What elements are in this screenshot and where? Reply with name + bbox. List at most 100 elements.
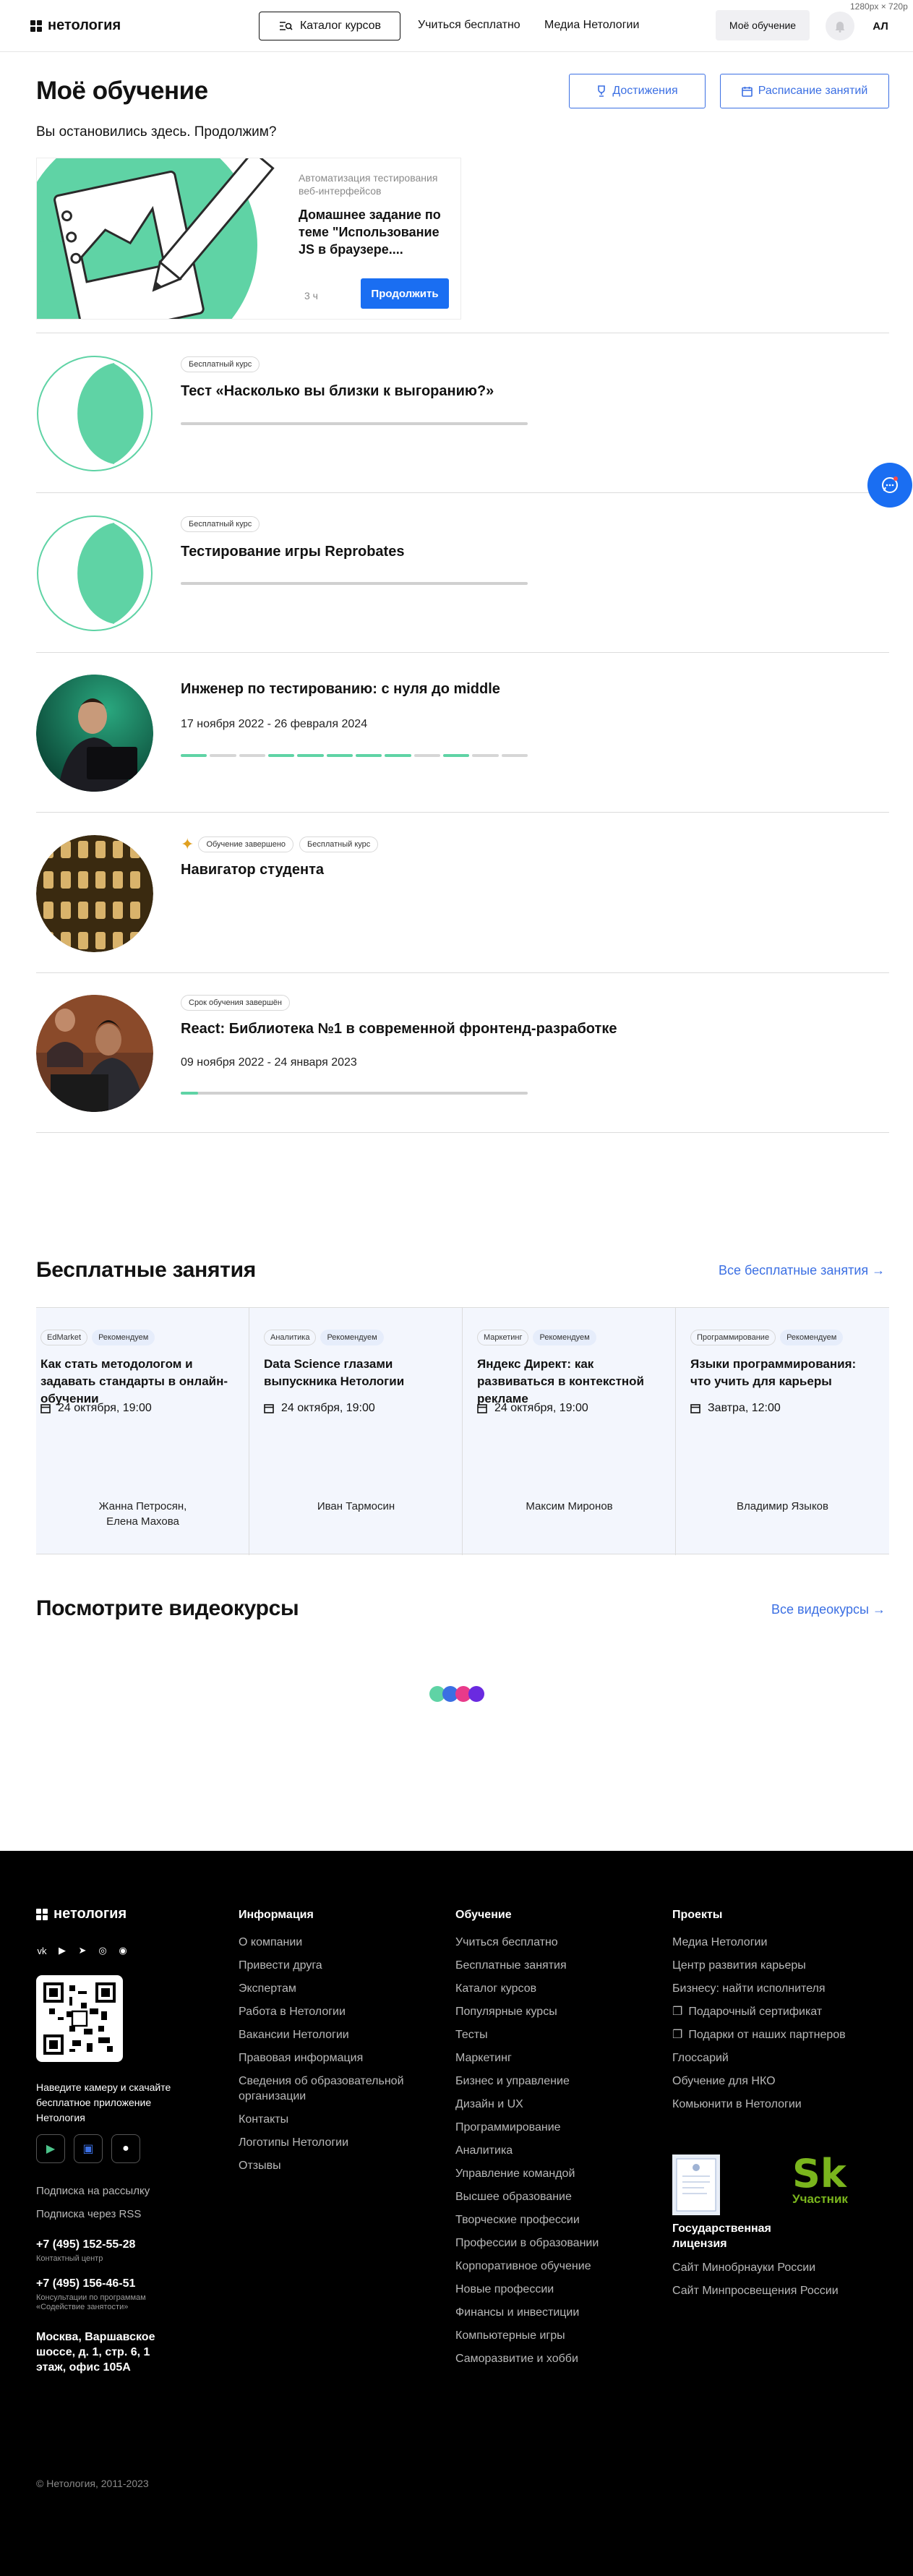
support-chat-button[interactable] xyxy=(867,463,912,508)
telegram-icon[interactable]: ➤ xyxy=(77,1945,88,1956)
minobrnauki-link[interactable]: Сайт Минобрнауки России xyxy=(672,2262,815,2275)
license-certificate-image[interactable] xyxy=(672,2154,720,2215)
free-class-card[interactable]: EdMarket Рекомендуем Как стать методолого… xyxy=(36,1308,249,1555)
odnoklassniki-icon[interactable]: ◎ xyxy=(97,1945,108,1956)
qr-code xyxy=(36,1975,123,2062)
all-free-classes-link[interactable]: Все бесплатные занятия → xyxy=(719,1263,885,1278)
footer-info-link[interactable]: Логотипы Нетологии xyxy=(239,2135,427,2150)
site-footer: нетология vk ▶ ➤ ◎ ◉ Наведите камеру и с… xyxy=(0,1851,913,2576)
continue-card[interactable]: Автоматизация тестирования веб-интерфейс… xyxy=(36,158,461,320)
footer-edu-link[interactable]: Программирование xyxy=(455,2120,643,2135)
all-video-courses-link[interactable]: Все видеокурсы → xyxy=(771,1602,886,1617)
footer-info-link[interactable]: Работа в Нетологии xyxy=(239,2004,427,2019)
calendar-icon xyxy=(40,1404,51,1413)
footer-info-link[interactable]: Экспертам xyxy=(239,1981,427,1996)
chat-icon xyxy=(882,476,898,493)
continue-button[interactable]: Продолжить xyxy=(361,278,449,309)
footer-edu-link[interactable]: Каталог курсов xyxy=(455,1981,643,1996)
achievements-button[interactable]: Достижения xyxy=(569,74,706,108)
footer-project-link[interactable]: ❐ Подарки от наших партнеров xyxy=(672,2027,889,2042)
footer-edu-link[interactable]: Бизнес и управление xyxy=(455,2074,643,2089)
footer-edu-link[interactable]: Аналитика xyxy=(455,2143,643,2158)
footer-edu-link[interactable]: Маркетинг xyxy=(455,2050,643,2066)
free-class-date: 24 октября, 19:00 xyxy=(494,1402,588,1414)
continue-title: Домашнее задание по теме "Использование … xyxy=(299,207,441,257)
footer-info-link[interactable]: Контакты xyxy=(239,2112,427,2127)
footer-edu-link[interactable]: Бесплатные занятия xyxy=(455,1958,643,1973)
catalog-button[interactable]: Каталог курсов xyxy=(259,12,400,40)
schedule-button[interactable]: Расписание занятий xyxy=(720,74,889,108)
footer-info-link[interactable]: О компании xyxy=(239,1935,427,1950)
notifications-button[interactable] xyxy=(826,12,854,40)
footer-edu-link[interactable]: Тесты xyxy=(455,2027,643,2042)
footer-edu-link[interactable]: Высшее образование xyxy=(455,2189,643,2204)
course-badge: Бесплатный курс xyxy=(181,356,260,372)
footer-logo-text: нетология xyxy=(53,1906,127,1922)
footer-edu-title: Обучение xyxy=(455,1909,512,1921)
divider xyxy=(36,492,889,493)
apple-icon[interactable]: ● xyxy=(111,2134,140,2163)
course-thumb-test xyxy=(37,356,153,471)
vk-icon[interactable]: vk xyxy=(36,1946,48,1956)
footer-logo[interactable]: нетология xyxy=(36,1906,127,1922)
progress-segment xyxy=(442,754,470,757)
footer-info-link[interactable]: Привести друга xyxy=(239,1958,427,1973)
footer-edu-link[interactable]: Корпоративное обучение xyxy=(455,2259,643,2274)
recommend-badge: Рекомендуем xyxy=(780,1330,844,1345)
trophy-icon xyxy=(598,85,606,97)
rss-link[interactable]: Подписка через RSS xyxy=(36,2208,141,2220)
skolkovo-logo[interactable]: Sk Участник xyxy=(792,2154,848,2207)
chat-icon[interactable]: ◉ xyxy=(117,1945,129,1956)
nav-free-learning[interactable]: Учиться бесплатно xyxy=(418,19,520,32)
google-play-icon[interactable]: ▶ xyxy=(36,2134,65,2163)
footer-edu-link[interactable]: Компьютерные игры xyxy=(455,2328,643,2343)
footer-edu-link[interactable]: Управление командой xyxy=(455,2166,643,2181)
footer-edu-link[interactable]: Дизайн и UX xyxy=(455,2097,643,2112)
homework-illustration xyxy=(37,158,290,319)
footer-project-link[interactable]: Медиа Нетологии xyxy=(672,1935,889,1950)
achievements-label: Достижения xyxy=(612,85,678,97)
free-class-card[interactable]: Программирование Рекомендуем Языки програ… xyxy=(676,1308,889,1555)
course-thumb-react xyxy=(36,995,153,1112)
minprosvesh-link[interactable]: Сайт Минпросвещения России xyxy=(672,2285,839,2298)
free-class-card[interactable]: Аналитика Рекомендуем Data Science глазам… xyxy=(249,1308,463,1555)
subscribe-link[interactable]: Подписка на рассылку xyxy=(36,2185,150,2197)
youtube-icon[interactable]: ▶ xyxy=(56,1945,68,1956)
continue-category: Автоматизация тестирования веб-интерфейс… xyxy=(299,172,438,197)
app-store-links: ▶ ▣ ● xyxy=(36,2134,140,2163)
footer-info-link[interactable]: Вакансии Нетологии xyxy=(239,2027,427,2042)
footer-project-link[interactable]: Бизнесу: найти исполнителя xyxy=(672,1981,889,1996)
footer-info-link[interactable]: Правовая информация xyxy=(239,2050,427,2066)
site-logo[interactable]: нетология xyxy=(30,17,121,34)
footer-edu-link[interactable]: Творческие профессии xyxy=(455,2212,643,2228)
free-class-date: Завтра, 12:00 xyxy=(708,1402,781,1414)
footer-edu-link[interactable]: Профессии в образовании xyxy=(455,2235,643,2251)
footer-project-link[interactable]: Центр развития карьеры xyxy=(672,1958,889,1973)
footer-info-link[interactable]: Отзывы xyxy=(239,2158,427,2173)
nav-media[interactable]: Медиа Нетологии xyxy=(544,19,639,32)
footer-project-link[interactable]: Глоссарий xyxy=(672,2050,889,2066)
rustore-icon[interactable]: ▣ xyxy=(74,2134,103,2163)
progress-segment xyxy=(297,754,324,757)
divider xyxy=(36,1132,889,1133)
progress-segment xyxy=(501,754,528,757)
footer-project-link[interactable]: ❐ Подарочный сертификат xyxy=(672,2004,889,2019)
gift-icon: ❐ xyxy=(672,2006,683,2018)
phone-contact-center[interactable]: +7 (495) 152-55-28 xyxy=(36,2238,135,2251)
footer-edu-link[interactable]: Финансы и инвестиции xyxy=(455,2305,643,2320)
phone-employment[interactable]: +7 (495) 156-46-51 xyxy=(36,2277,135,2290)
phone-contact-center-label: Контактный центр xyxy=(36,2254,103,2263)
footer-edu-link[interactable]: Популярные курсы xyxy=(455,2004,643,2019)
footer-info-link[interactable]: Сведения об образовательной организации xyxy=(239,2074,427,2104)
user-avatar[interactable]: АЛ xyxy=(866,12,895,40)
footer-project-link[interactable]: Обучение для НКО xyxy=(672,2074,889,2089)
footer-edu-link[interactable]: Саморазвитие и хобби xyxy=(455,2351,643,2366)
footer-project-link[interactable]: Комьюнити в Нетологии xyxy=(672,2097,889,2112)
footer-edu-link[interactable]: Учиться бесплатно xyxy=(455,1935,643,1950)
free-class-card[interactable]: Маркетинг Рекомендуем Яндекс Директ: как … xyxy=(463,1308,676,1555)
my-learning-button[interactable]: Моё обучение xyxy=(716,10,810,40)
divider xyxy=(36,652,889,653)
footer-edu-link[interactable]: Новые профессии xyxy=(455,2282,643,2297)
footer-info-title: Информация xyxy=(239,1909,314,1921)
logo-text: нетология xyxy=(48,17,121,33)
